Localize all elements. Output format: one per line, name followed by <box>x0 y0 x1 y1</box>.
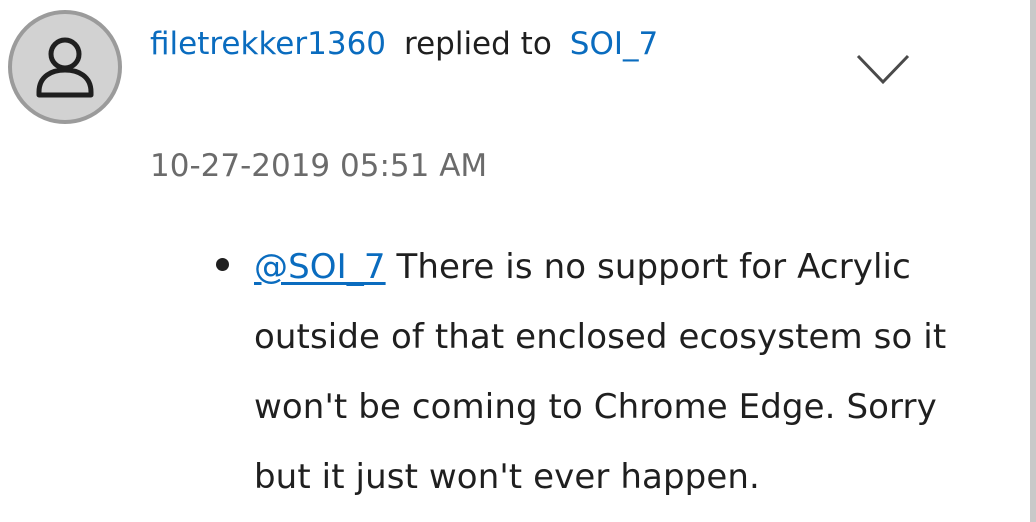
reply-target-link[interactable]: SOI_7 <box>570 26 658 62</box>
user-icon <box>36 37 94 98</box>
reply-post: filetrekker1360 replied to SOI_7 10-27-201… <box>0 0 1036 522</box>
bullet-icon <box>216 258 229 271</box>
scrollbar[interactable] <box>1030 0 1036 522</box>
post-header: filetrekker1360 replied to SOI_7 <box>150 24 658 64</box>
chevron-down-icon[interactable] <box>855 52 911 86</box>
mention-link[interactable]: @SOI_7 <box>254 247 386 287</box>
message-text: @SOI_7 There is no support for Acrylic o… <box>254 232 974 512</box>
author-link[interactable]: filetrekker1360 <box>150 26 386 62</box>
avatar[interactable] <box>8 10 122 124</box>
replied-to-label: replied to <box>404 26 552 62</box>
post-timestamp: 10-27-2019 05:51 AM <box>150 148 488 184</box>
